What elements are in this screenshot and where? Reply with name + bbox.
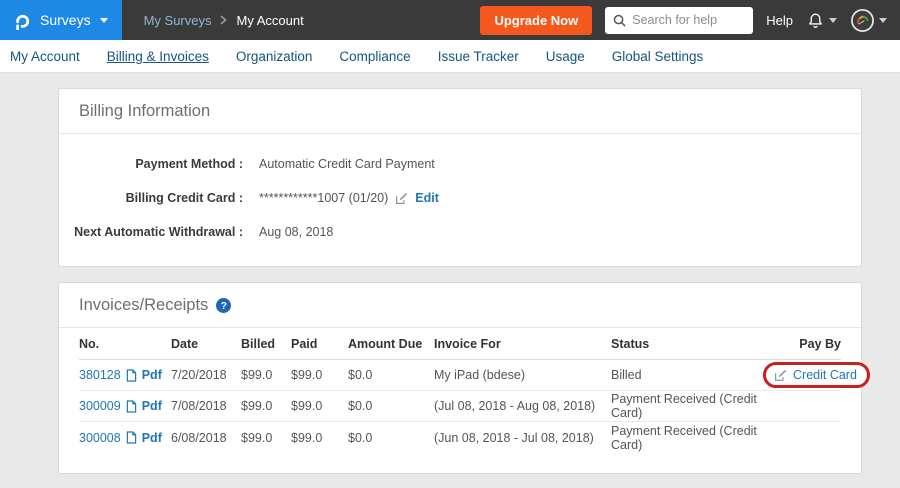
billing-credit-card-value: ************1007 (01/20)	[259, 191, 388, 205]
invoice-for: My iPad (bdese)	[434, 368, 611, 382]
billing-information-title: Billing Information	[59, 89, 861, 134]
questionpro-logo-icon	[12, 11, 31, 30]
invoice-for: (Jul 08, 2018 - Aug 08, 2018)	[434, 399, 611, 413]
column-header-paid: Paid	[291, 337, 348, 351]
payment-method-label: Payment Method :	[59, 157, 243, 171]
billing-information-rows: Payment Method : Automatic Credit Card P…	[59, 134, 861, 266]
breadcrumb: My Surveys My Account	[144, 13, 304, 28]
invoice-date: 6/08/2018	[171, 431, 241, 445]
invoice-number-link[interactable]: 300008	[79, 431, 121, 445]
invoice-row: 380128 Pdf 7/20/2018 $99.0 $99.0 $0.0 My…	[79, 360, 841, 391]
notifications-button[interactable]	[806, 11, 837, 30]
invoice-row: 300009 Pdf 7/08/2018 $99.0 $99.0 $0.0 (J…	[79, 391, 841, 422]
edit-pencil-icon	[774, 369, 787, 382]
invoice-paid: $99.0	[291, 431, 348, 445]
next-withdrawal-label: Next Automatic Withdrawal :	[59, 225, 243, 239]
billing-information-card: Billing Information Payment Method : Aut…	[58, 88, 862, 267]
edit-credit-card-link[interactable]: Edit	[415, 191, 439, 205]
invoice-number-link[interactable]: 300009	[79, 399, 121, 413]
tab-global-settings[interactable]: Global Settings	[612, 49, 704, 64]
pdf-file-icon	[126, 369, 137, 382]
invoice-date: 7/20/2018	[171, 368, 241, 382]
invoice-status: Payment Received (Credit Card)	[611, 392, 763, 420]
invoice-billed: $99.0	[241, 368, 291, 382]
column-header-billed: Billed	[241, 337, 291, 351]
upgrade-now-button[interactable]: Upgrade Now	[480, 6, 592, 35]
tab-my-account[interactable]: My Account	[10, 49, 80, 64]
next-withdrawal-row: Next Automatic Withdrawal : Aug 08, 2018	[59, 215, 861, 249]
tab-organization[interactable]: Organization	[236, 49, 313, 64]
invoices-receipts-title: Invoices/Receipts	[79, 296, 208, 315]
billing-credit-card-label: Billing Credit Card :	[59, 191, 243, 205]
bell-icon	[806, 11, 825, 30]
column-header-invoice-for: Invoice For	[434, 337, 611, 351]
invoice-for: (Jun 08, 2018 - Jul 08, 2018)	[434, 431, 611, 445]
invoice-status: Payment Received (Credit Card)	[611, 424, 763, 452]
avatar	[850, 8, 875, 33]
column-header-amount-due: Amount Due	[348, 337, 434, 351]
invoice-amount-due: $0.0	[348, 431, 434, 445]
tab-issue-tracker[interactable]: Issue Tracker	[438, 49, 519, 64]
search-icon	[613, 14, 626, 27]
chevron-down-icon	[829, 18, 837, 23]
breadcrumb-current: My Account	[236, 13, 303, 28]
search-input[interactable]	[632, 13, 745, 27]
tab-usage[interactable]: Usage	[546, 49, 585, 64]
column-header-pay-by: Pay By	[763, 337, 841, 351]
column-header-date: Date	[171, 337, 241, 351]
invoice-amount-due: $0.0	[348, 399, 434, 413]
help-question-icon[interactable]	[216, 298, 231, 313]
chevron-down-icon	[879, 18, 887, 23]
billing-credit-card-row: Billing Credit Card : ************1007 (…	[59, 181, 861, 215]
tab-compliance[interactable]: Compliance	[339, 49, 410, 64]
invoice-paid: $99.0	[291, 399, 348, 413]
pdf-link[interactable]: Pdf	[142, 399, 162, 413]
product-menu[interactable]: Surveys	[0, 0, 122, 40]
next-withdrawal-value: Aug 08, 2018	[259, 225, 333, 239]
pdf-link[interactable]: Pdf	[142, 431, 162, 445]
top-header-bar: Surveys My Surveys My Account Upgrade No…	[0, 0, 900, 40]
breadcrumb-chevron-icon	[220, 15, 227, 25]
topbar-actions: Upgrade Now Help	[480, 6, 900, 35]
product-menu-label: Surveys	[40, 12, 91, 28]
payment-method-row: Payment Method : Automatic Credit Card P…	[59, 147, 861, 181]
invoice-row: 300008 Pdf 6/08/2018 $99.0 $99.0 $0.0 (J…	[79, 422, 841, 453]
invoice-status: Billed	[611, 368, 763, 382]
invoice-billed: $99.0	[241, 399, 291, 413]
invoices-receipts-card: Invoices/Receipts No. Date Billed Paid A…	[58, 282, 862, 474]
page-content: Billing Information Payment Method : Aut…	[0, 73, 900, 474]
invoices-table: No. Date Billed Paid Amount Due Invoice …	[79, 328, 841, 453]
account-menu[interactable]	[850, 8, 887, 33]
invoice-billed: $99.0	[241, 431, 291, 445]
invoice-date: 7/08/2018	[171, 399, 241, 413]
account-nav-tabs: My Account Billing & Invoices Organizati…	[0, 40, 900, 73]
help-search-box[interactable]	[605, 7, 753, 34]
pay-by-credit-card-link[interactable]: Credit Card	[793, 368, 857, 382]
edit-pencil-icon	[395, 192, 408, 205]
breadcrumb-my-surveys[interactable]: My Surveys	[144, 13, 212, 28]
pdf-file-icon	[126, 431, 137, 444]
column-header-status: Status	[611, 337, 763, 351]
highlight-annotation: Credit Card	[763, 362, 870, 388]
invoice-amount-due: $0.0	[348, 368, 434, 382]
payment-method-value: Automatic Credit Card Payment	[259, 157, 435, 171]
invoice-number-link[interactable]: 380128	[79, 368, 121, 382]
invoices-table-header: No. Date Billed Paid Amount Due Invoice …	[79, 328, 841, 360]
tab-billing-invoices[interactable]: Billing & Invoices	[107, 49, 209, 64]
pdf-link[interactable]: Pdf	[142, 368, 162, 382]
column-header-no: No.	[79, 337, 171, 351]
invoice-paid: $99.0	[291, 368, 348, 382]
help-link[interactable]: Help	[766, 13, 793, 28]
chevron-down-icon	[100, 18, 108, 23]
pdf-file-icon	[126, 400, 137, 413]
